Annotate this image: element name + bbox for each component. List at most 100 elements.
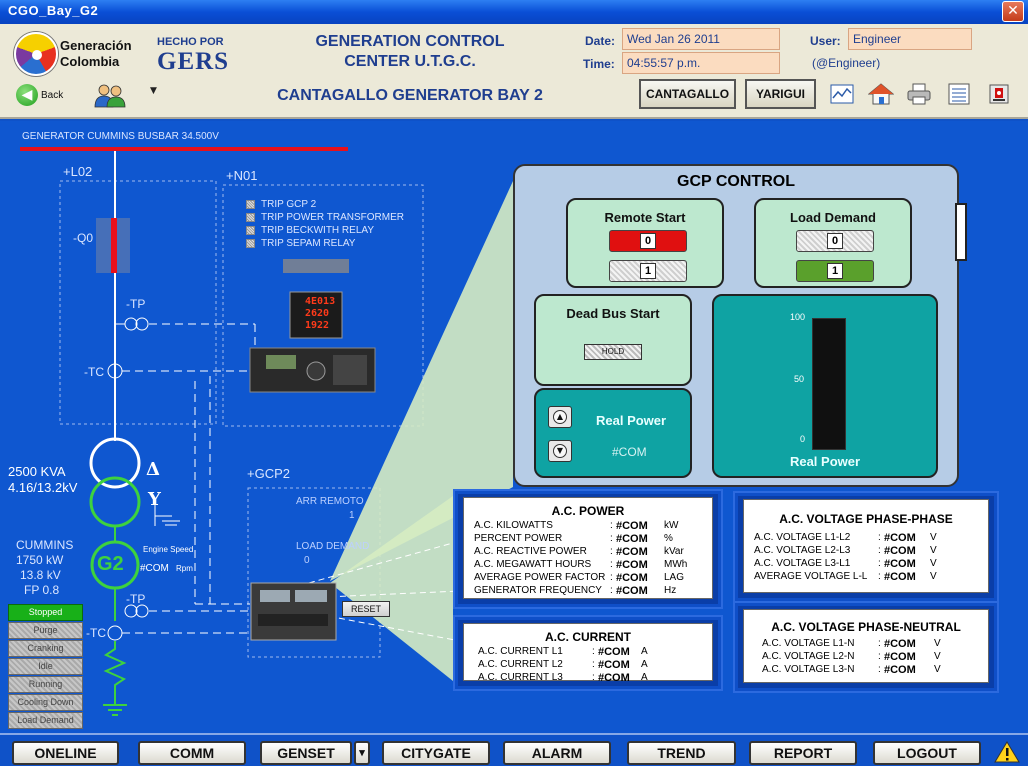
load-demand-value: 0 [304,555,310,566]
row-unit: V [934,664,941,675]
warning-icon[interactable] [994,740,1020,764]
trip-item[interactable]: TRIP SEPAM RELAY [246,238,355,249]
engine-speed-unit: Rpm [176,564,193,573]
list-icon[interactable] [946,81,972,107]
relay-display-line: 2620 [305,308,330,319]
alarm-bell-icon[interactable] [986,81,1012,107]
row-unit: V [930,558,937,569]
reset-button[interactable]: RESET [342,601,390,617]
transformer-voltage: 4.16/13.2kV [8,480,78,495]
arrow-up-icon: ▲ [553,410,567,424]
trip-item[interactable]: TRIP POWER TRANSFORMER [246,212,404,223]
table-row: AVERAGE POWER FACTOR: #COM LAG [474,572,684,584]
table-row: A.C. CURRENT L1: #COM A [478,646,648,658]
dead-bus-start-group: Dead Bus Start HOLD [534,294,692,386]
row-unit: A [641,672,648,683]
row-unit: kVar [664,546,684,557]
load-demand-title: Load Demand [790,210,876,225]
table-row: A.C. VOLTAGE L1-L2: #COM V [754,532,937,544]
row-unit: A [641,659,648,670]
genset-status-list: Stopped Purge Cranking Idle Running Cool… [8,604,83,730]
load-demand-0-button[interactable]: 0 [796,230,874,252]
generator-pf: FP 0.8 [24,583,60,597]
row-unit: MWh [664,559,688,570]
row-value: #COM [884,545,916,557]
row-unit: A [641,646,648,657]
trip-item[interactable]: TRIP GCP 2 [246,199,316,210]
nav-report-button[interactable]: REPORT [749,741,857,765]
real-power-bar [812,318,846,450]
row-value: #COM [884,532,916,544]
user-handle: (@Engineer) [812,56,881,70]
q0-label: -Q0 [73,231,94,245]
nav-oneline-button[interactable]: ONELINE [12,741,119,765]
remote-start-1-button[interactable]: 1 [609,260,687,282]
users-icon[interactable] [93,82,127,108]
status-running: Running [8,676,83,693]
real-power-label: Real Power [596,413,667,428]
row-label: A.C. VOLTAGE L1-N [762,638,855,649]
back-arrow-icon: ◀ [16,84,38,106]
row-value: #COM [884,571,916,583]
yarigui-button[interactable]: YARIGUI [745,79,816,109]
user-label: User: [810,34,841,48]
brand-line2: Colombia [60,54,120,69]
nav-logout-button[interactable]: LOGOUT [873,741,981,765]
users-dropdown-icon[interactable]: ▼ [150,86,157,96]
time-field: 04:55:57 p.m. [622,52,780,74]
raise-power-button[interactable]: ▲ [548,406,572,428]
ac-power-table: A.C. POWER A.C. KILOWATTS: #COM kW PERCENT… [463,497,713,599]
nav-alarm-button[interactable]: ALARM [503,741,611,765]
close-button[interactable]: ✕ [1002,1,1024,22]
row-unit: V [930,571,937,582]
status-cranking: Cranking [8,640,83,657]
relay-display: 4E013 2620 1922 [305,296,341,332]
load-demand-1-button[interactable]: 1 [796,260,874,282]
row-value: #COM [616,572,648,584]
row-value: #COM [598,672,630,684]
load-demand-label: LOAD DEMAND [296,541,370,552]
row-label: A.C. CURRENT L1 [478,646,563,657]
row-label: A.C. VOLTAGE L3-L1 [754,558,851,569]
trip-indicator [246,200,255,209]
remote-start-0-button[interactable]: 0 [609,230,687,252]
brand-name: Generación Colombia [60,38,132,70]
tc1-label: -TC [84,365,104,379]
tp1-label: -TP [126,297,146,311]
trip-indicator [246,213,255,222]
nav-genset-button[interactable]: GENSET [260,741,352,765]
real-power-value: #COM [612,445,647,459]
row-label: A.C. VOLTAGE L3-N [762,664,855,675]
status-idle: Idle [8,658,83,675]
gers-logo: GERS [157,48,230,75]
cantagallo-button[interactable]: CANTAGALLO [639,79,736,109]
lower-power-button[interactable]: ▼ [548,440,572,462]
row-value: #COM [598,646,630,658]
tick-label: 0 [800,434,806,444]
generator-g2: G2 [97,553,124,575]
genset-dropdown-icon[interactable]: ▾ [354,741,370,765]
chart-icon[interactable] [829,81,855,107]
hold-button[interactable]: HOLD [584,344,642,360]
title-line1: GENERATION CONTROL [315,33,505,50]
transformer-rating: 2500 KVA [8,464,66,479]
voltage-phase-neutral-panel: A.C. VOLTAGE PHASE-NEUTRAL A.C. VOLTAGE … [733,601,999,693]
voltage-phase-neutral-table: A.C. VOLTAGE PHASE-NEUTRAL A.C. VOLTAGE … [743,609,989,683]
trip-label: TRIP GCP 2 [261,199,317,210]
button-value: 0 [827,233,843,249]
page-title: GENERATION CONTROL CENTER U.T.G.C. [270,32,550,72]
nav-comm-button[interactable]: COMM [138,741,246,765]
trip-item[interactable]: TRIP BECKWITH RELAY [246,225,374,236]
nav-trend-button[interactable]: TREND [627,741,736,765]
back-button[interactable]: ◀ Back [16,84,63,106]
table-row: GENERATOR FREQUENCY: #COM Hz [474,585,676,597]
tick-label: 50 [794,374,805,384]
table-row: A.C. VOLTAGE L2-L3: #COM V [754,545,937,557]
printer-icon[interactable] [906,81,932,107]
home-icon[interactable] [868,81,894,107]
remote-start-title: Remote Start [604,210,686,225]
row-value: #COM [616,585,648,597]
trip-label: TRIP SEPAM RELAY [261,238,356,249]
voltage-phase-neutral-title: A.C. VOLTAGE PHASE-NEUTRAL [771,620,961,634]
nav-citygate-button[interactable]: CITYGATE [382,741,490,765]
